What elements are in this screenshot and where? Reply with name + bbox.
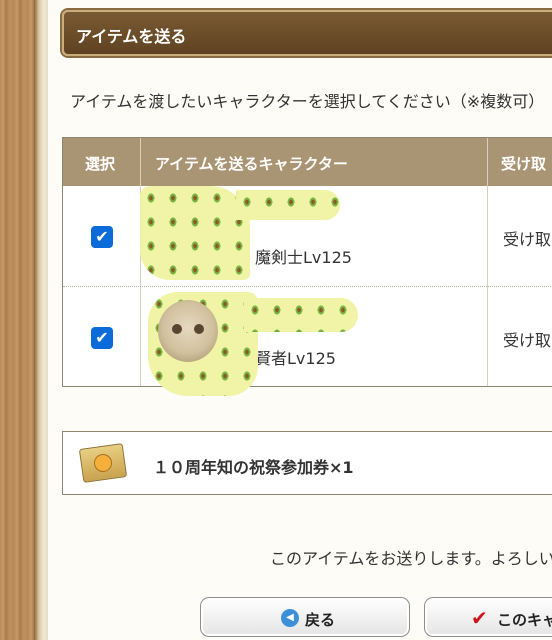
character-name: 魔剣士Lv125 <box>255 248 352 267</box>
ticket-icon <box>78 443 128 483</box>
redaction-overlay <box>244 298 358 332</box>
receive-label: 受け取 <box>503 230 552 249</box>
header-receive: 受け取 <box>501 155 547 173</box>
avatar <box>158 300 218 362</box>
main-content: アイテムを送る アイテムを渡したいキャラクターを選択してください（※複数可） 選… <box>48 0 552 640</box>
header-character: アイテムを送るキャラクター <box>155 155 348 173</box>
receive-label: 受け取 <box>503 331 552 350</box>
header-select: 選択 <box>85 155 116 173</box>
avatar-eye <box>194 324 204 334</box>
section-header: アイテムを送る <box>62 10 552 56</box>
confirm-text: このアイテムをお送りします。よろしい <box>270 549 552 568</box>
avatar-eye <box>172 324 182 334</box>
checkmark-icon: ✔ <box>471 606 488 630</box>
character-name: 賢者Lv125 <box>255 349 336 368</box>
instruction-text: アイテムを渡したいキャラクターを選択してください（※複数可） <box>70 92 545 111</box>
back-button-label: 戻る <box>305 611 336 629</box>
character-table: 選択 アイテムを送るキャラクター 受け取 ✔ 魔剣士Lv125 受け取 ✔ 賢者… <box>62 137 552 387</box>
item-name: １０周年知の祝祭参加券×1 <box>153 458 354 477</box>
send-button[interactable]: ✔ このキャ <box>424 597 552 637</box>
table-header: 選択 アイテムを送るキャラクター 受け取 <box>63 138 552 186</box>
wood-frame <box>0 0 48 640</box>
item-box: １０周年知の祝祭参加券×1 <box>62 431 552 495</box>
redaction-overlay <box>236 190 340 220</box>
back-button[interactable]: ◀ 戻る <box>200 597 410 637</box>
redaction-overlay <box>140 186 250 280</box>
select-checkbox[interactable]: ✔ <box>91 226 113 248</box>
coin-icon <box>92 452 114 474</box>
section-title: アイテムを送る <box>76 27 187 46</box>
frame-edge <box>34 0 48 640</box>
back-arrow-icon: ◀ <box>281 609 299 627</box>
select-checkbox[interactable]: ✔ <box>91 327 113 349</box>
send-button-label: このキャ <box>497 611 552 629</box>
